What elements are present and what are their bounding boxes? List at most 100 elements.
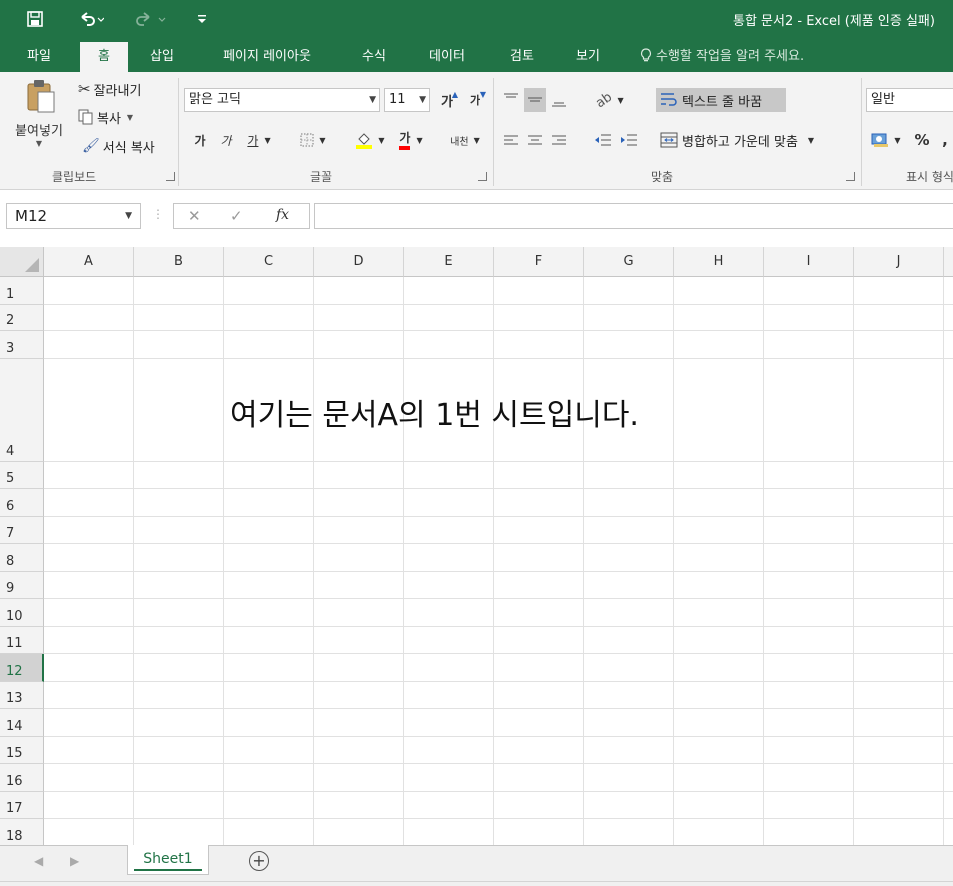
- row-header-12[interactable]: 12: [0, 654, 44, 682]
- font-size-combo[interactable]: 11 ▼: [384, 88, 430, 112]
- align-center-button[interactable]: [524, 128, 546, 152]
- sheet-tab-sheet1[interactable]: Sheet1: [127, 845, 209, 875]
- align-left-button[interactable]: [500, 128, 522, 152]
- row-header-7[interactable]: 7: [0, 517, 44, 544]
- customize-quick-access-icon[interactable]: [194, 0, 210, 38]
- tell-me-search[interactable]: 수행할 작업을 알려 주세요.: [640, 42, 804, 72]
- cancel-icon[interactable]: ✕: [188, 207, 201, 225]
- decrease-indent-button[interactable]: [592, 128, 614, 152]
- row-header-4[interactable]: 4: [0, 359, 44, 462]
- scroll-left-icon[interactable]: ◀: [34, 854, 43, 868]
- decrease-font-size-icon: 가: [469, 94, 481, 107]
- font-color-button[interactable]: 가 ▼: [392, 128, 430, 152]
- redo-icon[interactable]: [132, 0, 172, 38]
- font-launcher-icon[interactable]: [478, 172, 487, 181]
- tab-view[interactable]: 보기: [564, 42, 612, 72]
- row-header-10[interactable]: 10: [0, 599, 44, 627]
- merge-center-button[interactable]: 병합하고 가운데 맞춤 ▼: [658, 128, 856, 152]
- phonetic-guide-button[interactable]: 내천 ▼: [444, 128, 486, 152]
- column-header-i[interactable]: I: [764, 247, 854, 277]
- scroll-right-icon[interactable]: ▶: [70, 854, 79, 868]
- underline-button[interactable]: 가 ▼: [242, 128, 276, 152]
- format-painter-button[interactable]: 🖌 서식 복사: [82, 134, 155, 158]
- gridline: [223, 277, 224, 845]
- tab-review[interactable]: 검토: [498, 42, 546, 72]
- tab-page-layout[interactable]: 페이지 레이아웃: [206, 42, 328, 72]
- accounting-format-button[interactable]: ▼: [866, 128, 906, 152]
- formula-input[interactable]: [314, 203, 953, 229]
- orientation-button[interactable]: ab ▼: [590, 88, 630, 112]
- column-header-k[interactable]: [944, 247, 953, 277]
- tab-formulas[interactable]: 수식: [350, 42, 398, 72]
- font-name-combo[interactable]: 맑은 고딕 ▼: [184, 88, 380, 112]
- cut-button[interactable]: ✂ 잘라내기: [78, 78, 141, 100]
- align-center-icon: [528, 135, 542, 145]
- row-header-2[interactable]: 2: [0, 305, 44, 331]
- row-header-11[interactable]: 11: [0, 627, 44, 654]
- tab-insert[interactable]: 삽입: [138, 42, 186, 72]
- insert-function-icon[interactable]: fx: [276, 207, 289, 223]
- row-header-6[interactable]: 6: [0, 489, 44, 517]
- clipboard-launcher-icon[interactable]: [166, 172, 175, 181]
- row-header-16[interactable]: 16: [0, 764, 44, 792]
- align-top-button[interactable]: [500, 88, 522, 112]
- column-header-j[interactable]: J: [854, 247, 944, 277]
- increase-font-size-button[interactable]: 가 ▲: [436, 88, 458, 112]
- decrease-font-size-button[interactable]: 가 ▼: [464, 88, 486, 112]
- row-header-3[interactable]: 3: [0, 331, 44, 359]
- row-header-8[interactable]: 8: [0, 544, 44, 572]
- number-format-combo[interactable]: 일반: [866, 88, 953, 112]
- ribbon: 붙여넣기 ▼ ✂ 잘라내기 복사 ▼ 🖌 서식 복사 클립보드 맑은 고딕 ▼ 11 ▼…: [0, 72, 953, 190]
- enter-icon[interactable]: ✓: [230, 207, 243, 225]
- paste-button[interactable]: 붙여넣기 ▼: [8, 78, 70, 162]
- text-orientation-icon: ab: [593, 89, 616, 111]
- paintbrush-icon: 🖌: [82, 138, 100, 154]
- gridline: [493, 277, 494, 845]
- row-header-13[interactable]: 13: [0, 682, 44, 709]
- row-header-15[interactable]: 15: [0, 737, 44, 764]
- align-middle-button[interactable]: [524, 88, 546, 112]
- column-header-b[interactable]: B: [134, 247, 224, 277]
- bold-button[interactable]: 가: [190, 128, 210, 152]
- column-header-h[interactable]: H: [674, 247, 764, 277]
- select-all-button[interactable]: [0, 247, 44, 277]
- row-header-1[interactable]: 1: [0, 277, 44, 305]
- cell-area[interactable]: 여기는 문서A의 1번 시트입니다.: [44, 277, 953, 845]
- fill-color-button[interactable]: ▼: [350, 128, 390, 152]
- add-sheet-icon[interactable]: +: [249, 851, 269, 871]
- copy-button[interactable]: 복사 ▼: [78, 106, 133, 128]
- paste-dropdown-icon: ▼: [35, 139, 43, 148]
- chevron-down-icon: ▼: [125, 211, 132, 221]
- name-box[interactable]: M12 ▼: [6, 203, 141, 229]
- align-right-button[interactable]: [548, 128, 570, 152]
- row-header-14[interactable]: 14: [0, 709, 44, 737]
- undo-icon[interactable]: [76, 0, 106, 38]
- row-header-5[interactable]: 5: [0, 462, 44, 489]
- separator: [493, 78, 494, 186]
- row-header-9[interactable]: 9: [0, 572, 44, 599]
- row-header-17[interactable]: 17: [0, 792, 44, 819]
- italic-button[interactable]: 가: [216, 128, 236, 152]
- column-header-f[interactable]: F: [494, 247, 584, 277]
- gridline: [44, 516, 953, 517]
- tab-file[interactable]: 파일: [10, 42, 68, 72]
- column-header-e[interactable]: E: [404, 247, 494, 277]
- increase-indent-button[interactable]: [618, 128, 640, 152]
- percent-style-button[interactable]: %: [912, 128, 932, 152]
- chevron-down-icon: ▼: [473, 135, 480, 145]
- column-header-a[interactable]: A: [44, 247, 134, 277]
- column-header-c[interactable]: C: [224, 247, 314, 277]
- column-header-g[interactable]: G: [584, 247, 674, 277]
- save-icon[interactable]: [24, 0, 46, 38]
- formula-bar: M12 ▼ ⋮ ✕ ✓ fx: [0, 190, 953, 247]
- column-header-d[interactable]: D: [314, 247, 404, 277]
- align-bottom-button[interactable]: [548, 88, 570, 112]
- wrap-text-button[interactable]: 텍스트 줄 바꿈: [656, 88, 786, 112]
- tab-home[interactable]: 홈: [80, 42, 128, 72]
- borders-button[interactable]: ▼: [294, 128, 332, 152]
- alignment-launcher-icon[interactable]: [846, 172, 855, 181]
- tab-data[interactable]: 데이터: [418, 42, 476, 72]
- gridline: [44, 681, 953, 682]
- comma-style-button[interactable]: ,: [938, 128, 952, 152]
- row-header-18[interactable]: 18: [0, 819, 44, 845]
